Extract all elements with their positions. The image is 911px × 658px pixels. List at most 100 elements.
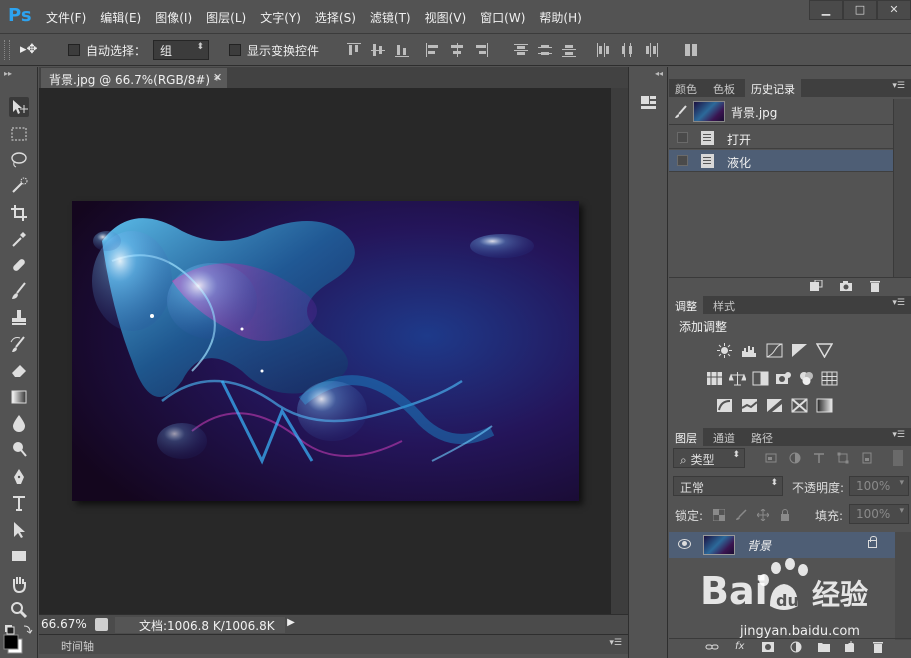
selective-color-icon[interactable] bbox=[791, 398, 808, 413]
marquee-tool-icon[interactable] bbox=[9, 124, 29, 144]
align-right-icon[interactable] bbox=[473, 42, 489, 58]
vibrance-icon[interactable] bbox=[816, 343, 833, 358]
align-vcenter-icon[interactable] bbox=[370, 42, 386, 58]
tab-adjustments[interactable]: 调整 bbox=[669, 296, 703, 314]
blur-tool-icon[interactable] bbox=[9, 413, 29, 433]
lock-image-pixels-icon[interactable] bbox=[735, 509, 747, 521]
dodge-tool-icon[interactable] bbox=[9, 439, 29, 459]
collapse-icon[interactable]: ▸▸ bbox=[4, 69, 12, 78]
exposure-icon[interactable] bbox=[791, 343, 808, 358]
visibility-eye-icon[interactable] bbox=[678, 539, 691, 549]
type-tool-icon[interactable] bbox=[9, 493, 29, 513]
levels-icon[interactable] bbox=[741, 343, 758, 358]
lock-transparent-pixels-icon[interactable] bbox=[713, 509, 725, 521]
document-image[interactable] bbox=[72, 201, 579, 501]
move-tool-preset-icon[interactable]: ▸✥ bbox=[20, 42, 37, 57]
tab-swatches[interactable]: 色板 bbox=[707, 79, 741, 97]
align-bottom-icon[interactable] bbox=[394, 42, 410, 58]
menu-image[interactable]: 图像(I) bbox=[155, 9, 200, 26]
filter-adjustment-icon[interactable] bbox=[789, 452, 801, 464]
layer-name[interactable]: 背景 bbox=[747, 537, 771, 554]
auto-select-checkbox[interactable] bbox=[68, 44, 80, 56]
lock-position-icon[interactable] bbox=[757, 509, 769, 521]
auto-select-dropdown[interactable]: 组 ⬍ bbox=[153, 40, 209, 60]
distribute-vcenter-icon[interactable] bbox=[537, 42, 553, 58]
menu-select[interactable]: 选择(S) bbox=[315, 9, 364, 26]
lasso-tool-icon[interactable] bbox=[9, 150, 29, 170]
menu-filter[interactable]: 滤镜(T) bbox=[370, 9, 419, 26]
align-top-icon[interactable] bbox=[346, 42, 362, 58]
history-brush-source-icon[interactable] bbox=[674, 105, 688, 119]
tab-channels[interactable]: 通道 bbox=[707, 428, 741, 446]
show-transform-checkbox[interactable] bbox=[229, 44, 241, 56]
healing-brush-tool-icon[interactable] bbox=[9, 255, 29, 275]
brightness-contrast-icon[interactable] bbox=[716, 343, 733, 358]
timeline-tab[interactable]: 时间轴 bbox=[61, 638, 94, 654]
photo-filter-icon[interactable] bbox=[775, 371, 792, 386]
crop-tool-icon[interactable] bbox=[9, 203, 29, 223]
close-button[interactable]: ✕ bbox=[877, 0, 911, 20]
history-panel-icon[interactable] bbox=[639, 93, 659, 113]
vertical-scrollbar[interactable] bbox=[611, 88, 628, 614]
close-tab-icon[interactable]: ✕ bbox=[213, 71, 222, 84]
lock-all-icon[interactable] bbox=[779, 509, 791, 521]
blend-mode-dropdown[interactable]: 正常 ⬍ bbox=[673, 476, 783, 496]
collapse-icon[interactable]: ◂◂ bbox=[655, 69, 663, 78]
eyedropper-tool-icon[interactable] bbox=[9, 229, 29, 249]
history-state[interactable]: 打开 bbox=[669, 127, 893, 149]
channel-mixer-icon[interactable] bbox=[798, 371, 815, 386]
threshold-icon[interactable] bbox=[766, 398, 783, 413]
menu-type[interactable]: 文字(Y) bbox=[260, 9, 309, 26]
tab-color[interactable]: 颜色 bbox=[669, 79, 703, 97]
color-balance-icon[interactable] bbox=[729, 371, 746, 386]
posterize-icon[interactable] bbox=[741, 398, 758, 413]
history-scrollbar[interactable] bbox=[893, 99, 911, 277]
status-info-icon[interactable] bbox=[95, 618, 108, 631]
new-document-from-state-icon[interactable] bbox=[809, 280, 823, 292]
quick-selection-tool-icon[interactable] bbox=[9, 176, 29, 196]
history-snapshot[interactable]: 背景.jpg bbox=[669, 99, 893, 125]
trash-icon[interactable] bbox=[868, 280, 882, 292]
panel-menu-icon[interactable]: ▾☰ bbox=[892, 81, 905, 91]
status-menu-arrow-icon[interactable]: ▶ bbox=[285, 617, 297, 633]
align-left-icon[interactable] bbox=[425, 42, 441, 58]
tab-layers[interactable]: 图层 bbox=[669, 428, 703, 446]
distribute-left-icon[interactable] bbox=[595, 42, 611, 58]
color-swatches-icon[interactable] bbox=[2, 623, 36, 657]
minimize-button[interactable]: ▁ bbox=[809, 0, 843, 20]
auto-align-icon[interactable] bbox=[683, 42, 699, 58]
gradient-map-icon[interactable] bbox=[816, 398, 833, 413]
panel-menu-icon[interactable]: ▾☰ bbox=[609, 638, 622, 648]
document-tab[interactable]: 背景.jpg @ 66.7%(RGB/8#) * ✕ bbox=[41, 68, 227, 88]
panel-menu-icon[interactable]: ▾☰ bbox=[892, 430, 905, 440]
pen-tool-icon[interactable] bbox=[9, 467, 29, 487]
zoom-tool-icon[interactable] bbox=[9, 600, 29, 620]
opacity-field[interactable]: 100% ▾ bbox=[849, 476, 909, 496]
zoom-level-field[interactable]: 66.67% bbox=[41, 617, 87, 631]
align-hcenter-icon[interactable] bbox=[449, 42, 465, 58]
menu-view[interactable]: 视图(V) bbox=[425, 9, 475, 26]
distribute-hcenter-icon[interactable] bbox=[619, 42, 635, 58]
filter-toggle[interactable] bbox=[893, 450, 903, 466]
history-state[interactable]: 液化 bbox=[669, 150, 893, 172]
clone-stamp-tool-icon[interactable] bbox=[9, 308, 29, 328]
menu-edit[interactable]: 编辑(E) bbox=[100, 9, 149, 26]
panel-menu-icon[interactable]: ▾☰ bbox=[892, 298, 905, 308]
gradient-tool-icon[interactable] bbox=[9, 387, 29, 407]
tab-history[interactable]: 历史记录 bbox=[745, 79, 801, 97]
distribute-top-icon[interactable] bbox=[513, 42, 529, 58]
eraser-tool-icon[interactable] bbox=[9, 360, 29, 380]
menu-file[interactable]: 文件(F) bbox=[46, 9, 94, 26]
distribute-bottom-icon[interactable] bbox=[561, 42, 577, 58]
move-tool-icon[interactable] bbox=[9, 97, 29, 117]
curves-icon[interactable] bbox=[766, 343, 783, 358]
history-state-checkbox[interactable] bbox=[677, 155, 688, 166]
layer-row[interactable]: 背景 bbox=[669, 532, 895, 558]
color-lookup-icon[interactable] bbox=[821, 371, 838, 386]
hand-tool-icon[interactable] bbox=[9, 574, 29, 594]
invert-icon[interactable] bbox=[716, 398, 733, 413]
history-state-checkbox[interactable] bbox=[677, 132, 688, 143]
distribute-right-icon[interactable] bbox=[643, 42, 659, 58]
fill-field[interactable]: 100% ▾ bbox=[849, 504, 909, 524]
filter-pixel-icon[interactable] bbox=[765, 452, 777, 464]
